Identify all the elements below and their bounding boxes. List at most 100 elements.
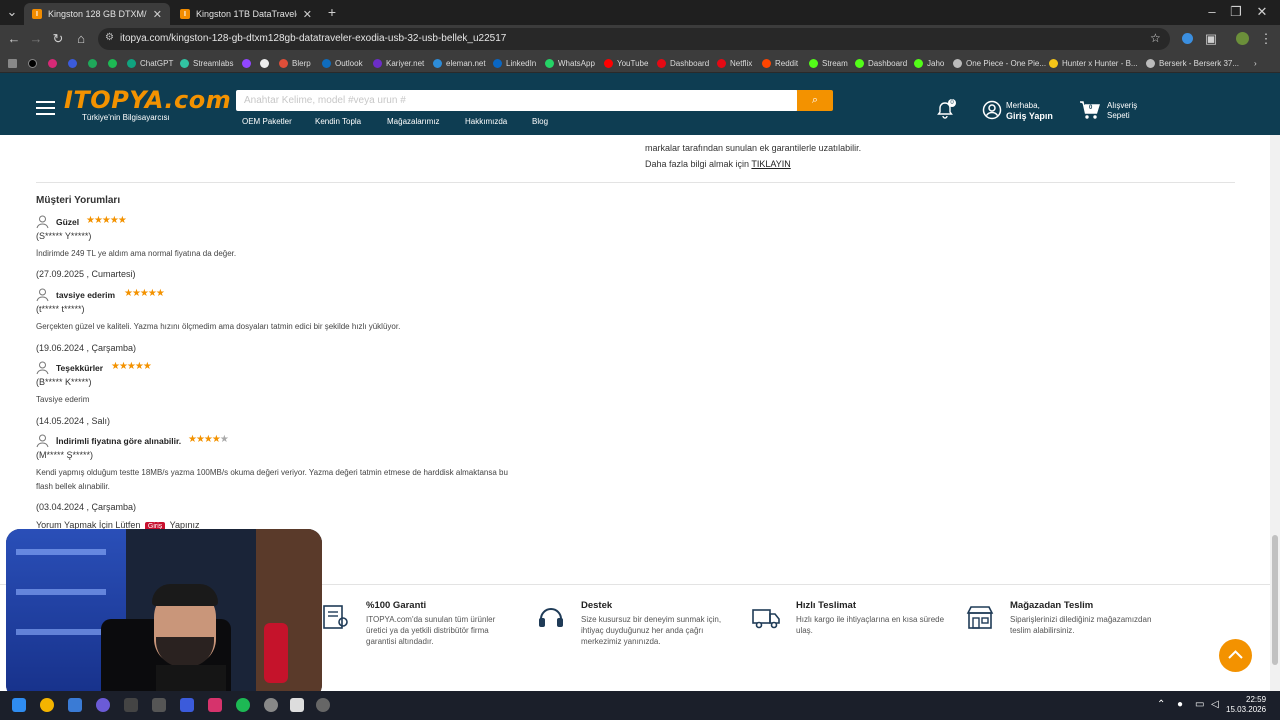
bookmark-jaho[interactable]: Jaho [914, 56, 944, 70]
scroll-to-top-button[interactable] [1219, 639, 1252, 672]
minimize-icon[interactable]: – [1204, 4, 1220, 20]
app-taskbar-icon[interactable] [180, 698, 194, 712]
chrome-taskbar-icon[interactable] [40, 698, 54, 712]
bookmark-youtube[interactable]: YouTube [604, 56, 648, 70]
home-icon[interactable]: ⌂ [73, 31, 89, 47]
streamlabs-icon [180, 58, 189, 68]
bookmark-blerp[interactable]: Blerp [279, 56, 311, 70]
webcam-microphone [264, 623, 288, 683]
spotify-bookmark-icon[interactable] [108, 56, 121, 70]
site-info-icon[interactable]: ⚙ [105, 32, 114, 43]
back-icon[interactable]: ← [6, 31, 22, 47]
volume-tray-icon[interactable]: ◁ [1211, 699, 1219, 710]
globe-icon [1146, 58, 1155, 68]
more-info-link[interactable]: TIKLAYIN [751, 159, 790, 169]
warranty-text: markalar tarafından sunulan ek garantile… [645, 143, 862, 153]
profile-avatar[interactable] [1236, 32, 1249, 45]
tray-chevron-icon[interactable]: ⌃ [1157, 699, 1165, 710]
instagram-bookmark-icon[interactable] [48, 56, 61, 70]
bookmark-dashboard-kick[interactable]: Dashboard [855, 56, 907, 70]
review-title: Güzel [56, 217, 80, 227]
tab-kingston-1tb[interactable]: I Kingston 1TB DataTraveler Max ✕ [172, 3, 320, 25]
bookmark-star-icon[interactable]: ☆ [1150, 31, 1161, 45]
app-taskbar-icon[interactable] [264, 698, 278, 712]
notifications-bell-icon[interactable]: 0 [936, 99, 956, 124]
close-window-icon[interactable]: ✕ [1254, 4, 1270, 20]
app-taskbar-icon[interactable] [290, 698, 304, 712]
x-bookmark-icon[interactable] [28, 56, 41, 70]
bookmark-whatsapp[interactable]: WhatsApp [545, 56, 595, 70]
bookmark-label: Berserk - Berserk 37... [1159, 58, 1240, 68]
bookmark-chatgpt[interactable]: ChatGPT [127, 56, 173, 70]
app-taskbar-icon[interactable] [208, 698, 222, 712]
new-tab-icon[interactable]: + [324, 4, 340, 20]
forward-icon[interactable]: → [28, 31, 44, 47]
obs-taskbar-icon[interactable] [316, 698, 330, 712]
hamburger-menu-icon[interactable] [36, 101, 55, 115]
extension-icon[interactable] [1182, 33, 1193, 44]
tab-kingston-128gb[interactable]: I Kingston 128 GB DTXM/128GB ✕ [24, 3, 170, 25]
account-login-link[interactable]: Merhaba, Giriş Yapın [1006, 101, 1053, 122]
network-tray-icon[interactable]: ▭ [1195, 699, 1204, 710]
address-bar[interactable]: ⚙ itopya.com/kingston-128-gb-dtxm128gb-d… [98, 28, 1170, 50]
account-user-icon[interactable] [982, 100, 1002, 125]
site-logo[interactable]: ITOPYA.com [64, 86, 231, 114]
diamond-bookmark-icon[interactable] [260, 56, 273, 70]
nav-hakkimizda[interactable]: Hakkımızda [465, 117, 507, 126]
nav-blog[interactable]: Blog [532, 117, 548, 126]
extensions-puzzle-icon[interactable]: ▣ [1203, 31, 1219, 47]
maximize-icon[interactable]: ❐ [1228, 4, 1244, 20]
clover-bookmark-icon[interactable] [88, 56, 101, 70]
review-date: (03.04.2024 , Çarşamba) [36, 502, 137, 512]
reviews-title: Müşteri Yorumları [36, 195, 121, 206]
explorer-taskbar-icon[interactable] [68, 698, 82, 712]
linkedin-icon [493, 58, 502, 68]
nav-oem-paketler[interactable]: OEM Paketler [242, 117, 292, 126]
bookmark-streamlabs[interactable]: Streamlabs [180, 56, 233, 70]
bookmark-outlook[interactable]: Outlook [322, 56, 363, 70]
bookmark-kariyer[interactable]: Kariyer.net [373, 56, 424, 70]
bookmark-stream[interactable]: Stream [809, 56, 848, 70]
bookmark-one-piece[interactable]: One Piece - One Pie... [953, 56, 1046, 70]
webcam-hair [152, 584, 218, 606]
review-body: Tavsiye ederim [36, 395, 90, 404]
nav-magazalarimiz[interactable]: Mağazalarımız [387, 117, 439, 126]
bookmark-berserk[interactable]: Berserk - Berserk 37... [1146, 56, 1239, 70]
app-taskbar-icon[interactable] [152, 698, 166, 712]
r-bookmark-icon[interactable] [68, 56, 81, 70]
close-tab-icon[interactable]: ✕ [303, 8, 312, 21]
bookmark-linkedin[interactable]: LinkedIn [493, 56, 536, 70]
shopping-cart-icon[interactable]: 0 [1079, 100, 1101, 125]
globe-icon [953, 58, 962, 68]
bookmark-label: WhatsApp [558, 58, 595, 68]
windows-taskbar: ⌃ ● ▭ ◁ 22:59 15.03.2026 [0, 691, 1280, 720]
bookmark-dashboard[interactable]: Dashboard [657, 56, 709, 70]
apps-grid-icon[interactable] [8, 56, 21, 70]
browser-menu-icon[interactable]: ⋮ [1258, 31, 1274, 47]
microphone-tray-icon[interactable]: ● [1177, 699, 1183, 710]
twitch-bookmark-icon[interactable] [242, 56, 255, 70]
bookmark-eleman[interactable]: eleman.net [433, 56, 486, 70]
scrollbar-thumb[interactable] [1272, 535, 1278, 665]
more-bookmarks-icon[interactable]: › [1254, 56, 1257, 70]
bookmark-label: Streamlabs [193, 58, 234, 68]
browser-tab-bar: ⌄ I Kingston 128 GB DTXM/128GB ✕ I Kings… [0, 0, 1280, 25]
spotify-taskbar-icon[interactable] [236, 698, 250, 712]
cart-link[interactable]: Alışveriş Sepeti [1107, 101, 1137, 121]
app-taskbar-icon[interactable] [96, 698, 110, 712]
bookmark-hunter[interactable]: Hunter x Hunter - B... [1049, 56, 1138, 70]
clock-date: 15.03.2026 [1226, 705, 1267, 714]
nav-kendin-topla[interactable]: Kendin Topla [315, 117, 361, 126]
bookmark-reddit[interactable]: Reddit [762, 56, 798, 70]
reload-icon[interactable]: ↻ [50, 31, 66, 47]
search-box[interactable] [236, 90, 798, 111]
close-tab-icon[interactable]: ✕ [153, 8, 162, 21]
app-taskbar-icon[interactable] [124, 698, 138, 712]
search-input[interactable] [236, 90, 798, 111]
bookmark-netflix[interactable]: Netflix [717, 56, 752, 70]
page-scrollbar[interactable] [1270, 135, 1280, 691]
taskbar-clock[interactable]: 22:59 15.03.2026 [1226, 695, 1266, 715]
start-windows-icon[interactable] [12, 698, 26, 712]
search-button[interactable]: ⌕ [797, 90, 833, 111]
tab-search-icon[interactable]: ⌄ [4, 4, 20, 20]
